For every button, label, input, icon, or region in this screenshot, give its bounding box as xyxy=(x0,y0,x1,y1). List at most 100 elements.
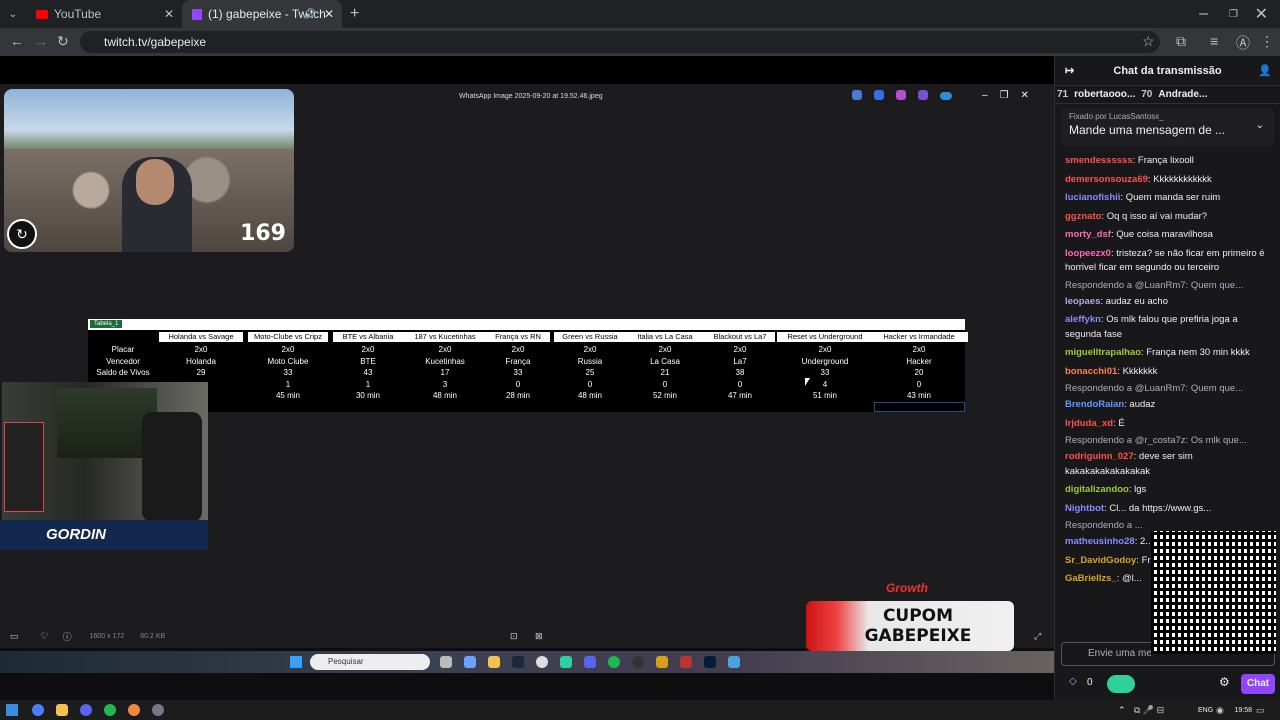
chat-username[interactable]: morty_dsf xyxy=(1065,229,1111,240)
info-icon[interactable]: ⓘ xyxy=(63,630,72,643)
chrome-icon[interactable] xyxy=(128,704,140,716)
reply-context: Respondendo a @r_costa7z: Os mlk que... xyxy=(1065,435,1247,446)
chat-username[interactable]: miguelltrapalhao xyxy=(1065,347,1141,358)
close-icon[interactable]: ✕ xyxy=(324,7,334,21)
tab-search-icon[interactable]: ⌄ xyxy=(0,9,26,20)
app-icon[interactable] xyxy=(896,90,906,100)
sheet-cell-r4: 0 xyxy=(737,380,743,389)
chat-send-button[interactable]: Chat xyxy=(1241,674,1275,694)
sheet-cell-r4: 4 xyxy=(822,380,828,389)
chat-username[interactable]: smendessssss xyxy=(1065,155,1133,166)
chat-username[interactable]: matheusinho28 xyxy=(1065,536,1135,547)
points-icon[interactable]: ◇ xyxy=(1069,676,1077,687)
sheet-cell-placar: 2x0 xyxy=(438,345,452,354)
row-label-placar: Placar xyxy=(111,345,135,354)
chat-username[interactable]: lrjduda_xd xyxy=(1065,418,1113,429)
minimize-icon[interactable]: – xyxy=(1199,5,1208,23)
tray-chevron-icon[interactable]: ⌃ xyxy=(1118,705,1126,716)
maximize-icon[interactable]: ❐ xyxy=(1229,9,1238,20)
cloud-icon[interactable] xyxy=(940,92,952,100)
windows-start-icon[interactable] xyxy=(6,704,18,716)
chat-text: audaz eu acho xyxy=(1105,295,1169,307)
pinned-message[interactable]: Fixado por LucasSantosx_ Mande uma mensa… xyxy=(1061,108,1274,146)
app-icon xyxy=(680,656,692,668)
fullscreen-icon[interactable]: ⤢ xyxy=(1034,631,1041,642)
settings-icon[interactable]: ⚙ xyxy=(1219,675,1230,689)
maximize-icon[interactable]: ❐ xyxy=(1000,90,1009,101)
chat-username[interactable]: GaBriellzs_ xyxy=(1065,573,1117,584)
sheet-cell-placar: 2x0 xyxy=(818,345,832,354)
webcam-overlay: 169 xyxy=(4,89,294,252)
chat-username[interactable]: lucianofishii xyxy=(1065,192,1120,203)
language-indicator[interactable]: ENG xyxy=(1198,707,1213,714)
stream-taskbar: Pesquisar xyxy=(0,651,1054,673)
copilot-icon[interactable] xyxy=(32,704,44,716)
app-icon[interactable] xyxy=(918,90,928,100)
chat-username[interactable]: leopaes xyxy=(1065,296,1100,307)
sheet-cell-vencedor: Moto Clube xyxy=(267,357,309,366)
app-icon[interactable] xyxy=(852,90,862,100)
tab-youtube[interactable]: YouTube ✕ xyxy=(26,0,182,28)
chat-username[interactable]: rodriguinn_027 xyxy=(1065,451,1134,462)
crop-icon[interactable]: ⊠ xyxy=(535,631,543,642)
chat-username[interactable]: BrendoRaian xyxy=(1065,399,1124,410)
url-field[interactable]: twitch.tv/gabepeixe xyxy=(80,31,1160,53)
chevron-down-icon[interactable]: ⌄ xyxy=(1256,120,1264,131)
sheet-cell-tempo: 45 min xyxy=(275,391,300,400)
address-bar-row: ← → ↻ twitch.tv/gabepeixe ☆ ⧉ ≡ Ⓐ ⋮ xyxy=(0,28,1280,56)
chat-text: França nem 30 min kkkk xyxy=(1146,347,1250,358)
folder-icon[interactable] xyxy=(56,704,68,716)
tab-twitch[interactable]: (1) gabepeixe - Twitch 🔊 ✕ xyxy=(182,0,342,28)
extensions-icon[interactable]: ⧉ xyxy=(1176,33,1186,50)
pinned-text: Mande uma mensagem de ... xyxy=(1069,123,1226,137)
gallery-icon[interactable]: ▭ xyxy=(10,631,19,642)
users-icon[interactable]: 👤 xyxy=(1258,64,1272,77)
chat-username[interactable]: digitalizandoo xyxy=(1065,484,1129,495)
chat-username[interactable]: Sr_DavidGodoy xyxy=(1065,555,1136,566)
new-tab-icon[interactable]: + xyxy=(350,5,359,23)
menu-icon[interactable]: ⋮ xyxy=(1260,33,1274,50)
close-icon[interactable]: ✕ xyxy=(164,7,174,21)
discord-icon[interactable] xyxy=(80,704,92,716)
chat-username[interactable]: demersonsouza69 xyxy=(1065,174,1148,185)
chat-username[interactable]: bonacchi01 xyxy=(1065,366,1117,377)
chat-username[interactable]: loopeezx0 xyxy=(1065,248,1111,259)
emote-button[interactable] xyxy=(1107,675,1135,693)
forward-icon[interactable]: → xyxy=(34,33,48,49)
file-size: 60.2 KB xyxy=(140,632,166,640)
chat-username[interactable]: Nightbot xyxy=(1065,503,1104,514)
collapse-chat-icon[interactable]: ↦ xyxy=(1065,64,1074,77)
sheet-cell-tempo: 28 min xyxy=(505,391,530,400)
chat-text: França lixooll xyxy=(1137,155,1194,166)
back-icon[interactable]: ← xyxy=(10,33,24,49)
points-count: 0 xyxy=(1087,677,1093,688)
steam-icon[interactable] xyxy=(152,704,164,716)
results-sheet: Tabela_1 Holanda vs Savage 2x0 Holanda 29 Mo… xyxy=(88,319,968,412)
spotify-icon[interactable] xyxy=(104,704,116,716)
reload-icon[interactable]: ↻ xyxy=(57,33,69,50)
leaderboard: 71 robertaooo... 70 Andrade... xyxy=(1055,86,1280,104)
discord-icon xyxy=(584,656,596,668)
star-icon[interactable]: ☆ xyxy=(1142,33,1155,50)
speaker-icon[interactable]: 🔊 xyxy=(304,9,316,20)
close-icon[interactable]: ✕ xyxy=(1021,90,1029,101)
sheet-cell-header: França vs RN xyxy=(486,332,550,342)
sheet-cell-tempo: 30 min xyxy=(355,391,380,400)
sheet-cell-r4: 3 xyxy=(442,380,448,389)
profile-icon[interactable]: Ⓐ xyxy=(1236,33,1250,53)
app-icon[interactable] xyxy=(874,90,884,100)
chat-username[interactable]: aleffykn xyxy=(1065,314,1101,325)
clock[interactable]: 19:58 xyxy=(1222,707,1252,714)
minimize-icon[interactable]: – xyxy=(982,90,988,101)
nameplate-text: GORDIN xyxy=(46,526,106,543)
notification-icon[interactable]: ▭ xyxy=(1256,705,1265,716)
app-icon xyxy=(440,656,452,668)
media-icon[interactable]: ≡ xyxy=(1210,33,1218,49)
chat-username[interactable]: ggznato xyxy=(1065,211,1101,222)
fit-icon[interactable]: ⊡ xyxy=(510,631,518,642)
chat-title: Chat da transmissão xyxy=(1113,64,1222,77)
close-window-icon[interactable]: ✕ xyxy=(1255,4,1268,24)
heart-icon[interactable]: ♡ xyxy=(41,631,49,642)
leader-name[interactable]: Andrade... xyxy=(1158,89,1207,100)
leader-name[interactable]: robertaooo... xyxy=(1074,89,1135,100)
